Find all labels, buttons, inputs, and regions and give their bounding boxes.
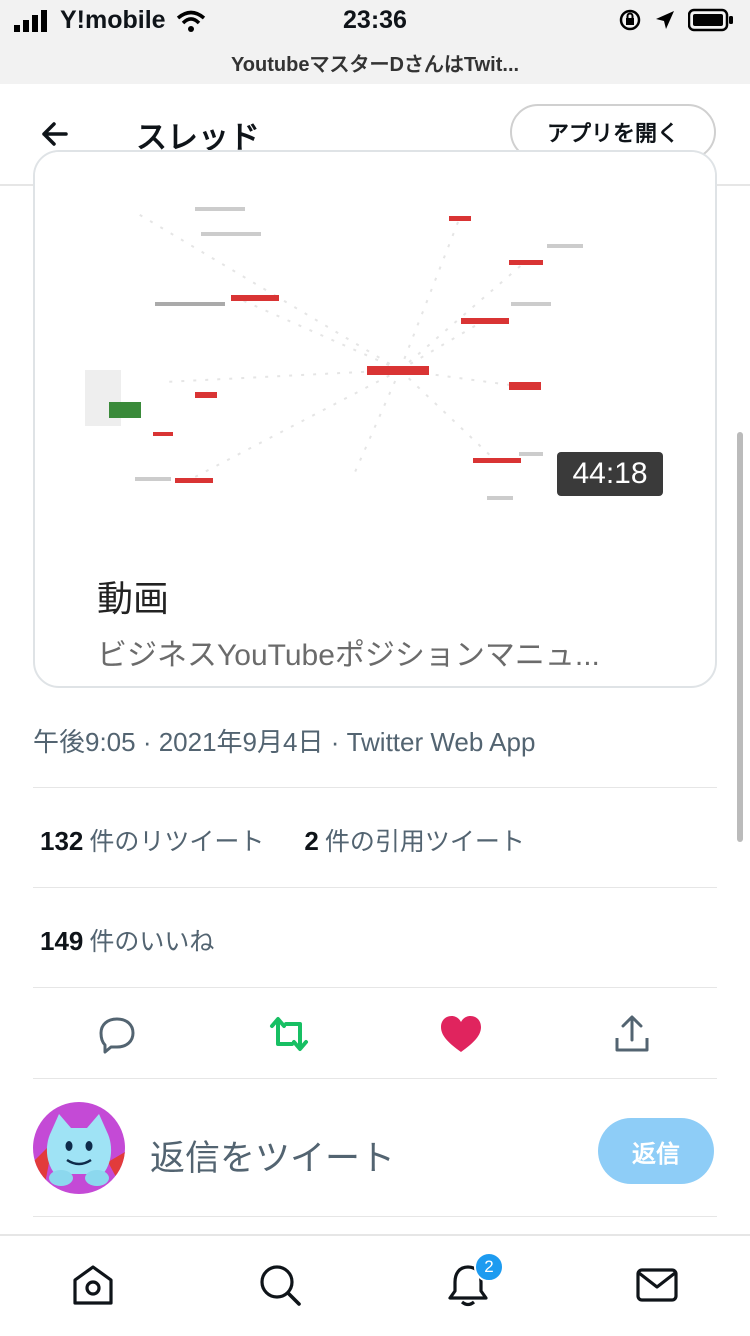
notification-badge: 2 [474, 1252, 504, 1282]
bottom-nav [0, 1234, 750, 1336]
location-icon [656, 11, 674, 29]
tweet-timestamp[interactable]: 午後9:05 · 2021年9月4日 · Twitter Web App [33, 722, 535, 759]
video-title: 動画 [97, 578, 170, 619]
back-button[interactable] [36, 118, 76, 150]
retweet-icon [270, 1017, 308, 1051]
page-url[interactable]: YoutubeマスターDさんはTwit... [0, 48, 750, 77]
retweet-button[interactable] [265, 1010, 313, 1058]
share-icon [615, 1015, 649, 1052]
search-icon [260, 1265, 301, 1306]
engagement-stats: 132 件のリツイート 2 件の引用ツイート [40, 822, 525, 858]
retweets-count: 132 [40, 826, 84, 856]
reply-icon [99, 1017, 135, 1054]
nav-messages[interactable] [632, 1260, 682, 1310]
scrollbar[interactable] [737, 432, 743, 842]
nav-search[interactable] [255, 1260, 305, 1310]
reply-submit-button[interactable]: 返信 [598, 1118, 714, 1184]
divider [33, 887, 717, 888]
reply-input[interactable]: 返信をツイート [150, 1130, 395, 1181]
divider [33, 787, 717, 788]
home-icon [73, 1265, 113, 1305]
quotes-stat[interactable]: 2 件の引用ツイート [304, 822, 524, 858]
avatar-image [33, 1102, 125, 1194]
video-description: ビジネスYouTubeポジションマニュ... [97, 639, 600, 672]
like-icon [441, 1016, 481, 1052]
quotes-label: 件の引用ツイート [324, 828, 525, 856]
messages-icon [636, 1268, 678, 1302]
rotation-lock-icon [619, 9, 641, 31]
status-bar: Y!mobile 23:36 YoutubeマスターDさんはTwit... [0, 0, 750, 84]
avatar[interactable] [33, 1102, 125, 1194]
divider [33, 1078, 717, 1079]
nav-home[interactable] [68, 1260, 118, 1310]
share-button[interactable] [608, 1010, 656, 1058]
back-arrow-icon [42, 122, 68, 146]
likes-stat[interactable]: 149 件のいいね [40, 922, 214, 958]
battery-icon [688, 8, 733, 32]
retweets-stat[interactable]: 132 件のリツイート [40, 822, 264, 858]
video-duration: 44:18 [557, 452, 663, 496]
divider [33, 1216, 717, 1217]
likes-label: 件のいいね [89, 928, 215, 956]
divider [33, 987, 717, 988]
video-card[interactable]: 44:18 動画 ビジネスYouTubeポジションマニュ... [33, 150, 717, 688]
reply-button[interactable] [93, 1010, 141, 1058]
likes-count: 149 [40, 926, 84, 956]
like-button[interactable] [437, 1010, 485, 1058]
quotes-count: 2 [304, 826, 319, 856]
retweets-label: 件のリツイート [89, 828, 265, 856]
status-right [618, 8, 734, 32]
